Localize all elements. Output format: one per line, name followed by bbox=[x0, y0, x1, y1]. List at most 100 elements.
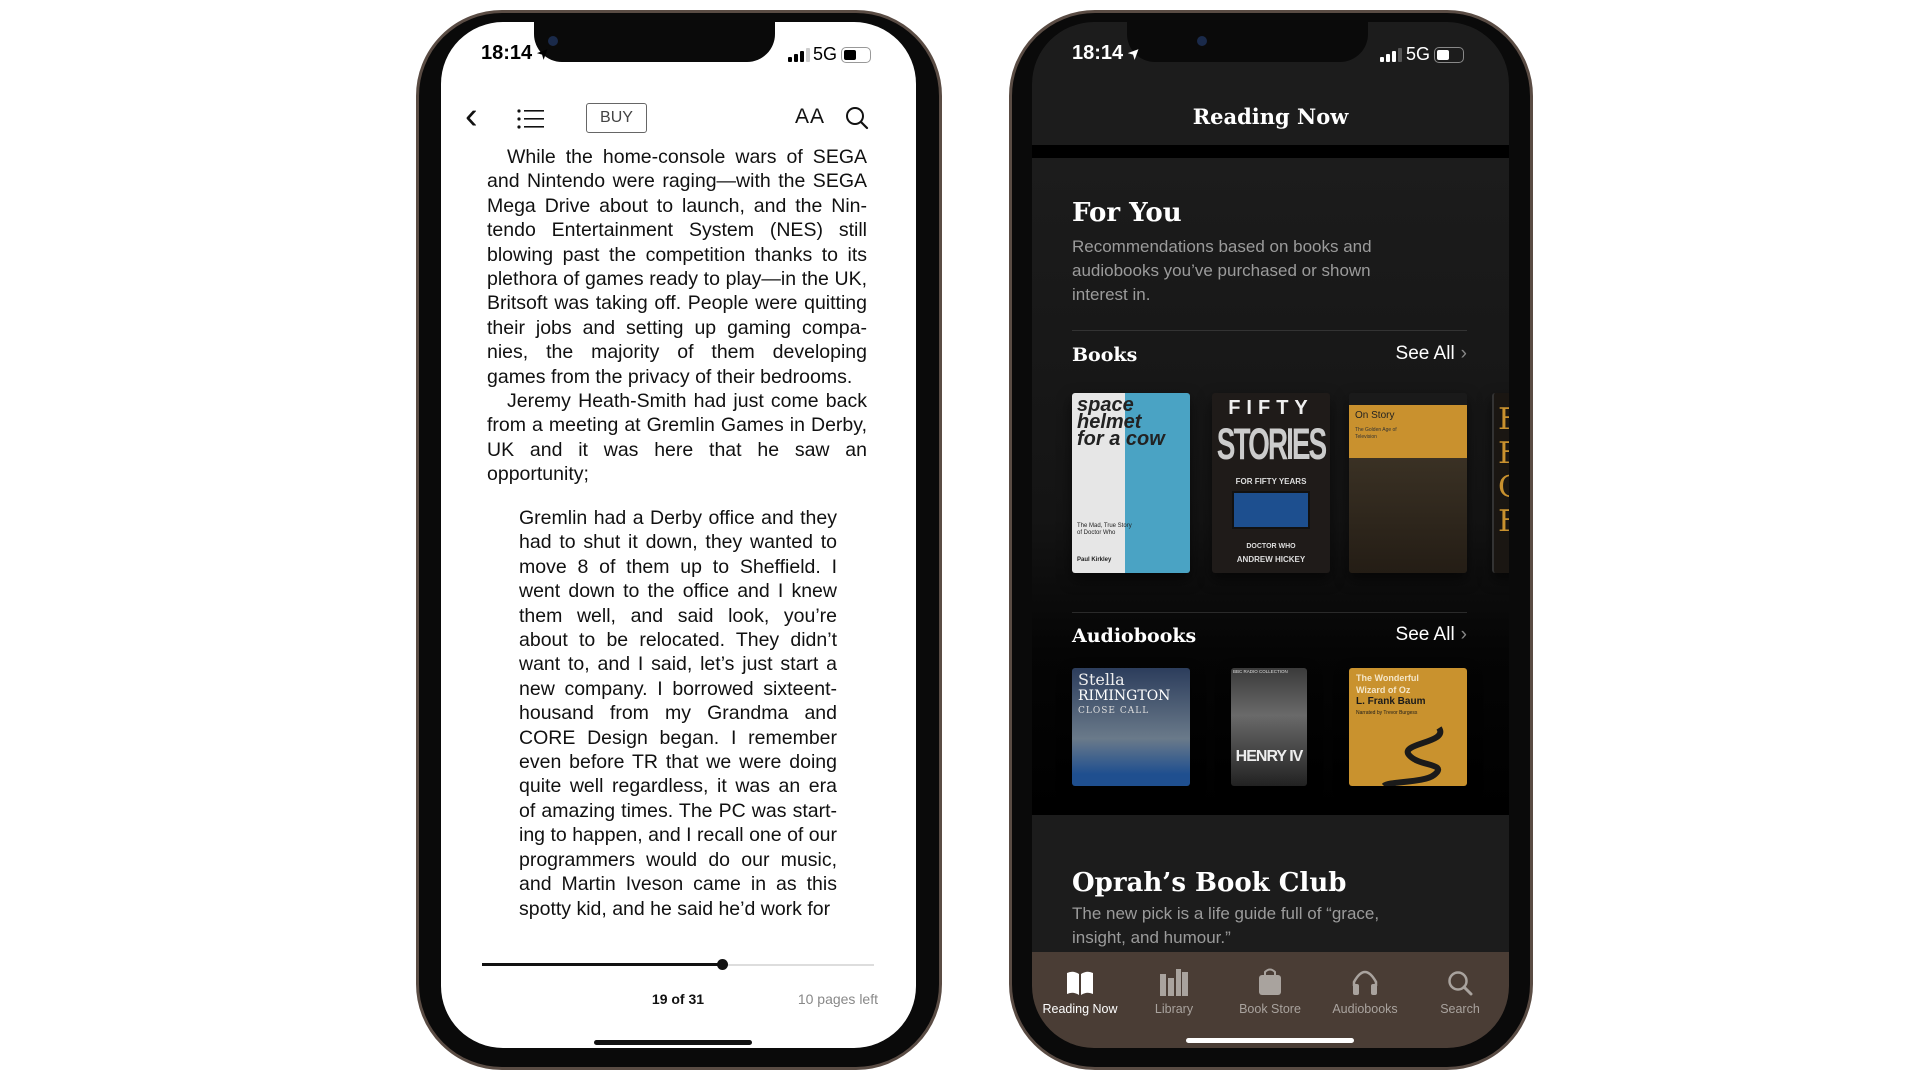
oprah-subtitle: The new pick is a life guide full of “gr… bbox=[1072, 902, 1379, 950]
audiobook-cover-henry-iv[interactable]: BBC RADIO COLLECTION HENRY IV bbox=[1231, 668, 1307, 786]
text-line: had to shut it down, they wanted to bbox=[519, 531, 837, 554]
book-title: FIFTY bbox=[1228, 397, 1314, 419]
text-line: ing to happen, and I recall one of our bbox=[519, 824, 837, 847]
text-line: spotty kid, and he said he’d work for bbox=[519, 897, 831, 920]
back-button[interactable]: ‹ bbox=[465, 96, 478, 136]
for-you-title: For You bbox=[1072, 198, 1182, 228]
tab-label: Library bbox=[1154, 1002, 1194, 1016]
font-settings-button[interactable]: AA bbox=[795, 105, 825, 129]
page-label: 19 of 31 bbox=[651, 991, 705, 1007]
text-line: and Martin Iveson came in as this bbox=[519, 873, 837, 896]
search-icon bbox=[1448, 971, 1473, 996]
book-subtitle: The Mad, True Story of Doctor Who bbox=[1077, 523, 1132, 536]
text-line: insight, and humour.” bbox=[1072, 928, 1231, 947]
pages-left-label: 10 pages left bbox=[797, 991, 878, 1007]
text-line: Britsoft was taking off. People were qui… bbox=[487, 292, 867, 315]
tab-label: Search bbox=[1440, 1002, 1480, 1016]
audiobook-title: CLOSE CALL bbox=[1078, 706, 1150, 716]
text-line: Gremlin had a Derby office and they bbox=[519, 507, 837, 529]
tab-reading-now[interactable]: Reading Now bbox=[1032, 962, 1128, 1016]
audiobook-author-2: RIMINGTON bbox=[1078, 688, 1171, 704]
text-line: housand from my Grandma and bbox=[519, 702, 837, 725]
signal-icon bbox=[1380, 48, 1402, 62]
camera bbox=[548, 36, 558, 46]
text-line: Mega Drive about to launch, and the Nin- bbox=[487, 194, 867, 217]
book-cover-space-helmet[interactable]: space helmet for a cow The Mad, True Sto… bbox=[1072, 393, 1190, 573]
headphones-icon bbox=[1352, 970, 1378, 995]
store-screen: 18:14 ➤ 5G Reading Now For You Recommend… bbox=[1032, 22, 1509, 1048]
audiobook-cover-close-call[interactable]: Stella RIMINGTON CLOSE CALL bbox=[1072, 668, 1190, 786]
battery-icon bbox=[841, 47, 871, 63]
signal-icon bbox=[788, 48, 810, 62]
shopping-bag-icon bbox=[1259, 968, 1281, 995]
tab-book-store[interactable]: Book Store bbox=[1222, 962, 1318, 1016]
book-cover-partial[interactable]: FFGF bbox=[1492, 393, 1509, 573]
search-icon bbox=[846, 107, 869, 130]
home-indicator bbox=[594, 1040, 752, 1045]
text-line: from a meeting at Gremlin Games in Derby… bbox=[487, 414, 867, 437]
book-title: On Story bbox=[1355, 410, 1395, 421]
book-cover-fifty-stories[interactable]: FIFTY STORIES FOR FIFTY YEARS DOCTOR WHO… bbox=[1212, 393, 1330, 573]
oprah-title: Oprah’s Book Club bbox=[1072, 868, 1347, 898]
divider bbox=[1072, 612, 1467, 613]
book-cover-on-story[interactable]: On Story The Golden Age of Television bbox=[1349, 393, 1467, 573]
book-open-icon bbox=[1067, 971, 1093, 995]
text-line: move 8 of them up to Sheffield. I bbox=[519, 555, 837, 578]
tab-label: Audiobooks bbox=[1332, 1002, 1398, 1016]
audiobooks-see-all-link[interactable]: See All › bbox=[1396, 624, 1467, 646]
book-title: space helmet for a cow bbox=[1077, 394, 1165, 450]
text-line: programmers would do our music, bbox=[519, 848, 837, 871]
divider bbox=[1072, 330, 1467, 331]
tab-audiobooks[interactable]: Audiobooks bbox=[1317, 962, 1413, 1016]
text-line: CORE Design began. I remember bbox=[519, 726, 837, 749]
see-all-label: See All bbox=[1395, 343, 1455, 364]
audiobook-author: Stella bbox=[1078, 670, 1125, 689]
tv-image bbox=[1232, 491, 1310, 529]
battery-icon bbox=[1434, 47, 1464, 63]
camera bbox=[1197, 36, 1207, 46]
text-line: went down to the office and I knew bbox=[519, 580, 837, 603]
book-author: Paul Kirkley bbox=[1077, 557, 1112, 563]
book-subtitle: FOR FIFTY YEARS bbox=[1235, 477, 1307, 486]
network-label: 5G bbox=[813, 44, 838, 64]
status-time: 18:14 bbox=[1072, 42, 1124, 64]
text-line: and Nintendo were raging—with the SEGA bbox=[487, 170, 867, 193]
text-line: interest in. bbox=[1072, 285, 1151, 304]
text-line: The new pick is a life guide full of “gr… bbox=[1072, 904, 1380, 923]
text-line: Jeremy Heath-Smith had just come back bbox=[507, 390, 867, 412]
text-line: While the home-console wars of SEGA bbox=[507, 146, 867, 168]
text-line: UK and it was here that he saw an bbox=[487, 438, 867, 461]
books-section-title: Books bbox=[1072, 344, 1138, 366]
book-series: DOCTOR WHO bbox=[1246, 543, 1296, 550]
table-of-contents-button[interactable] bbox=[517, 108, 545, 135]
text-line: opportunity; bbox=[487, 463, 589, 486]
reader-screen: 18:14 ➤ 5G ‹ BUY AA While the home-conso… bbox=[441, 22, 916, 1048]
tab-search[interactable]: Search bbox=[1412, 962, 1508, 1016]
audiobook-title: HENRY IV bbox=[1235, 748, 1304, 765]
page-progress-knob[interactable] bbox=[717, 959, 728, 970]
yellow-brick-road-art bbox=[1381, 726, 1444, 786]
text-line: them well, and said look, you’re bbox=[519, 604, 837, 627]
books-see-all-link[interactable]: See All › bbox=[1396, 343, 1467, 365]
tab-library[interactable]: Library bbox=[1126, 962, 1222, 1016]
text-line: quite well regardless, it was an era bbox=[519, 775, 837, 798]
library-icon bbox=[1160, 969, 1188, 996]
audiobook-author: L. Frank Baum bbox=[1356, 696, 1426, 707]
audiobook-cover-wizard-of-oz[interactable]: The Wonderful Wizard of Oz L. Frank Baum… bbox=[1349, 668, 1467, 786]
notch bbox=[534, 22, 775, 62]
body-paragraph-1: While the home-console wars of SEGA and N… bbox=[487, 145, 867, 389]
book-subtitle: The Golden Age of Television bbox=[1355, 427, 1397, 440]
body-paragraph-2: Jeremy Heath-Smith had just come back fro… bbox=[487, 389, 867, 487]
text-line: about to be relocated. They didn’t bbox=[519, 629, 837, 652]
book-title-2: STORIES bbox=[1216, 419, 1327, 469]
text-line: blowing past the competition thanks to i… bbox=[487, 243, 867, 266]
audiobooks-section-title: Audiobooks bbox=[1072, 625, 1197, 647]
tab-label: Reading Now bbox=[1042, 1002, 1118, 1016]
search-button[interactable] bbox=[845, 106, 869, 135]
text-line: even before TR that we were doing bbox=[519, 751, 837, 774]
text-line: their jobs and setting up gaming compa- bbox=[487, 316, 867, 339]
text-line: new company. I borrowed sixteent- bbox=[519, 677, 837, 700]
page-progress-fill bbox=[482, 963, 722, 966]
home-indicator bbox=[1186, 1038, 1354, 1043]
buy-button[interactable]: BUY bbox=[586, 103, 647, 133]
